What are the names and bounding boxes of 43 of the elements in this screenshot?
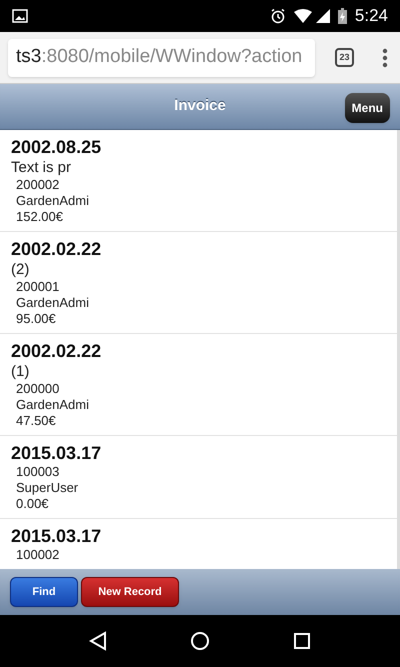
- url-path: :8080/mobile/WWindow?action: [41, 45, 302, 70]
- url-host: ts3: [16, 45, 42, 70]
- record-note: Text is pr: [11, 158, 72, 177]
- record-date: 2002.08.25: [11, 137, 102, 158]
- footer-button[interactable]: New Record: [81, 577, 179, 607]
- record-amount: 152.00€: [15, 209, 64, 225]
- record-item[interactable]: 2002.02.22 (2) 200001 GardenAdmi 95.00€: [0, 232, 397, 334]
- record-number: 200001: [15, 279, 60, 295]
- record-note: (1): [11, 362, 30, 381]
- record-date: 2002.02.22: [11, 341, 102, 362]
- record-number: 200002: [15, 177, 60, 193]
- record-note: (2): [11, 260, 30, 279]
- clock-time: 5:24: [354, 5, 388, 28]
- recents-icon[interactable]: [292, 632, 311, 650]
- address-bar[interactable]: ts3:8080/mobile/WWindow?action: [8, 38, 315, 76]
- battery-icon: [338, 8, 347, 24]
- record-date: 2015.03.17: [11, 443, 102, 464]
- record-user: GardenAdmi: [15, 193, 90, 209]
- record-amount: 95.00€: [15, 311, 57, 327]
- page-title: Invoice: [174, 96, 226, 116]
- record-item[interactable]: 2002.02.22 (1) 200000 GardenAdmi 47.50€: [0, 334, 397, 436]
- more-options-icon[interactable]: [382, 48, 388, 68]
- record-item[interactable]: 2015.03.17 100003 SuperUser 0.00€: [0, 436, 397, 519]
- record-user: GardenAdmi: [15, 295, 90, 311]
- home-icon[interactable]: [190, 631, 210, 651]
- record-date: 2002.02.22: [11, 239, 102, 260]
- record-number: 200000: [15, 381, 60, 397]
- footer-button[interactable]: Find: [10, 577, 78, 607]
- alarm-icon: [270, 8, 286, 24]
- back-icon[interactable]: [89, 631, 108, 651]
- record-item[interactable]: 2002.08.25 Text is pr 200002 GardenAdmi 152.00€: [0, 130, 397, 232]
- wifi-icon: [294, 9, 312, 23]
- record-user: GardenAdmi: [15, 397, 90, 413]
- record-date: 2015.03.17: [11, 526, 102, 547]
- tab-count-button[interactable]: 23: [335, 48, 354, 67]
- record-amount: 47.50€: [15, 413, 57, 429]
- record-number: 100002: [15, 547, 60, 563]
- menu-button[interactable]: Menu: [344, 93, 390, 123]
- record-amount: 0.00€: [15, 496, 50, 512]
- record-number: 100003: [15, 464, 60, 480]
- signal-icon: [316, 9, 330, 23]
- image-icon: [12, 9, 28, 23]
- record-user: SuperUser: [15, 480, 80, 496]
